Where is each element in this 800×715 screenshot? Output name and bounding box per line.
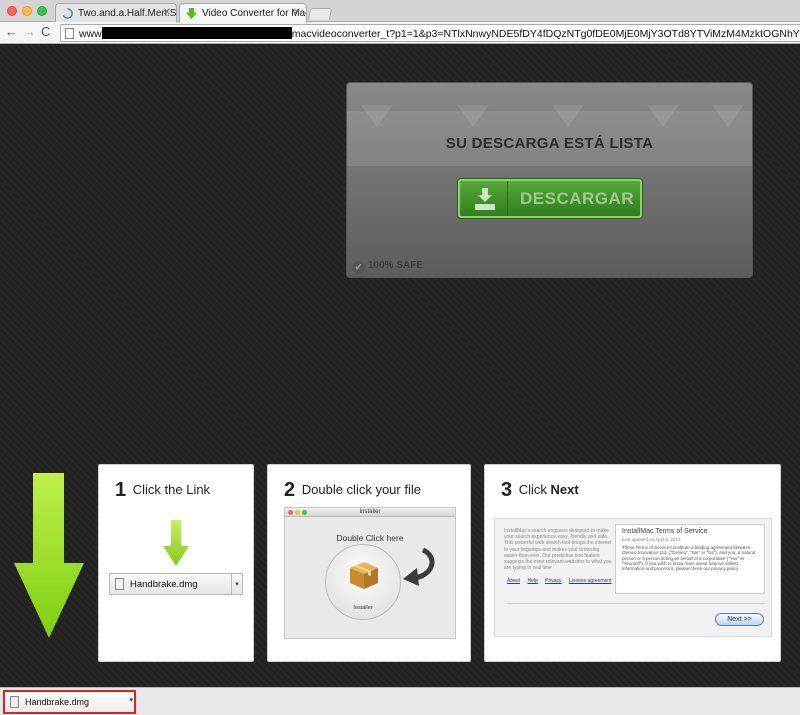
download-button[interactable]: DESCARGAR xyxy=(458,179,642,218)
close-dot-icon xyxy=(288,510,293,515)
tab-two-and-a-half-men[interactable]: Two.and.a.Half.Men.S12E ✕ xyxy=(55,3,177,23)
installmac-description: InstallMac's search engine is designed t… xyxy=(504,528,612,572)
downloaded-file-item[interactable]: Handbrake.dmg ▾ xyxy=(3,690,136,714)
page-content: SU DESCARGA ESTÁ LISTA DESCARGAR ✔ 100% S… xyxy=(0,45,800,687)
address-bar[interactable]: www macvideoconverter_t?p1=1&p3=NTlxNnwyN… xyxy=(60,24,800,42)
installmac-screenshot: InstallMac's search engine is designed t… xyxy=(494,518,772,637)
file-icon xyxy=(115,578,124,590)
file-name: Handbrake.dmg xyxy=(130,579,198,590)
step-label-prefix: Click xyxy=(518,482,547,497)
installmac-links: About Help Privacy Licence agreement xyxy=(507,578,617,584)
link-help: Help xyxy=(527,578,538,584)
installer-window-screenshot: Installer Double Click here Installer xyxy=(284,507,456,639)
decor-arrow-icon xyxy=(647,105,679,127)
zoom-window-button[interactable] xyxy=(37,6,47,16)
terms-title: InstallMac Terms of Service xyxy=(622,528,708,535)
green-download-icon xyxy=(186,8,197,19)
package-box-icon xyxy=(350,562,378,589)
step-label: Click the Link xyxy=(132,482,211,497)
download-button-label: DESCARGAR xyxy=(520,189,635,208)
link-licence: Licence agreement xyxy=(568,578,612,584)
url-prefix: www xyxy=(79,28,102,40)
decor-arrow-icon xyxy=(552,105,584,127)
terms-panel: InstallMac Terms of Service Last updated… xyxy=(615,524,765,594)
installer-icon-label: Installer xyxy=(353,605,373,611)
step-number: 1 xyxy=(115,479,127,501)
minimize-dot-icon xyxy=(295,510,300,515)
terms-body: These Terms of Service constitute a bind… xyxy=(622,545,756,572)
step-3-card: 3 Click Next InstallMac's search engine … xyxy=(484,464,781,662)
file-icon xyxy=(10,696,19,708)
double-click-hint: Double Click here xyxy=(336,533,404,543)
safe-label: 100% SAFE xyxy=(368,260,424,271)
step-label-bold: Next xyxy=(550,482,579,497)
step-1-heading: 1 Click the Link xyxy=(115,479,210,502)
step-2-heading: 2 Double click your file xyxy=(284,479,421,502)
chevron-down-icon: ▾ xyxy=(231,574,242,594)
curved-arrow-icon xyxy=(403,547,435,586)
installer-window-title: Installer xyxy=(359,509,381,515)
back-arrow-icon[interactable]: ← xyxy=(5,25,18,39)
decor-arrow-icon xyxy=(361,105,393,127)
close-window-button[interactable] xyxy=(7,6,17,16)
step-3-heading: 3 Click Next xyxy=(501,479,579,502)
link-about: About xyxy=(507,578,521,584)
decor-arrow-icon xyxy=(712,105,744,127)
link-privacy: Privacy xyxy=(545,578,562,584)
chevron-down-icon[interactable]: ▾ xyxy=(129,696,133,704)
next-button-example: Next >> xyxy=(715,613,764,626)
forward-arrow-icon[interactable]: → xyxy=(23,25,36,39)
download-card: SU DESCARGA ESTÁ LISTA DESCARGAR ✔ 100% S… xyxy=(346,82,753,278)
new-tab-button[interactable] xyxy=(307,8,333,20)
download-button-icon-area xyxy=(460,181,508,216)
downloads-bar: Handbrake.dmg ▾ xyxy=(0,687,800,715)
terms-date: Last updated on April 8, 2013 xyxy=(622,537,681,542)
green-down-arrow-icon xyxy=(163,520,189,566)
url-redaction xyxy=(101,27,292,39)
installer-titlebar: Installer xyxy=(285,508,455,517)
minimize-window-button[interactable] xyxy=(22,6,32,16)
downloaded-file-name: Handbrake.dmg xyxy=(25,697,90,707)
step-label: Double click your file xyxy=(301,482,421,497)
browser-toolbar: ← → C www macvideoconverter_t?p1=1&p3=NTl… xyxy=(0,22,800,44)
tab-video-converter[interactable]: Video Converter for Mac ✕ xyxy=(179,3,307,23)
decor-arrow-icon xyxy=(457,105,489,127)
reload-icon[interactable]: C xyxy=(41,25,50,39)
checkmark-icon: ✔ xyxy=(352,261,365,274)
step-2-card: 2 Double click your file Installer Doubl… xyxy=(267,464,471,662)
close-tab-icon[interactable]: ✕ xyxy=(293,7,301,18)
close-tab-icon[interactable]: ✕ xyxy=(163,7,171,18)
download-tray-icon xyxy=(475,188,495,210)
tab-label: Video Converter for Mac xyxy=(202,8,307,19)
zoom-dot-icon xyxy=(302,510,307,515)
page-icon xyxy=(65,28,74,39)
safe-badge: ✔ 100% SAFE xyxy=(352,260,423,274)
loading-spinner-icon xyxy=(62,8,73,19)
step-1-card: 1 Click the Link Handbrake.dmg ▾ xyxy=(98,464,254,662)
url-rest: macvideoconverter_t?p1=1&p3=NTlxNnwyNDE5… xyxy=(291,28,800,40)
step-number: 3 xyxy=(501,479,513,501)
browser-tab-bar: Two.and.a.Half.Men.S12E ✕ Video Converte… xyxy=(0,0,800,23)
download-ready-title: SU DESCARGA ESTÁ LISTA xyxy=(445,135,654,152)
step-number: 2 xyxy=(284,479,296,501)
big-green-down-arrow-icon xyxy=(14,473,84,638)
installer-icon-circle: Installer xyxy=(325,544,401,620)
download-item-example: Handbrake.dmg ▾ xyxy=(109,573,243,595)
divider xyxy=(507,603,765,604)
